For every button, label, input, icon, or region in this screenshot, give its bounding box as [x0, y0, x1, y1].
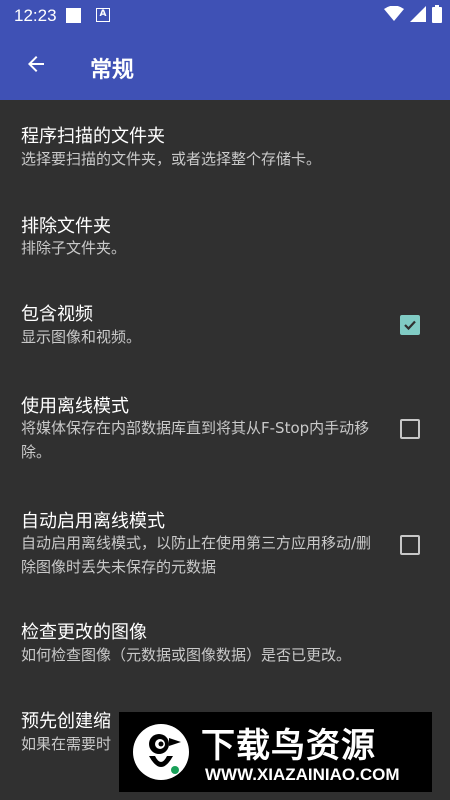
battery-icon: [432, 5, 442, 27]
setting-title: 包含视频: [21, 304, 93, 325]
setting-subtitle: 显示图像和视频。: [21, 328, 142, 346]
setting-title: 程序扫描的文件夹: [21, 126, 165, 147]
wifi-icon: [384, 5, 404, 26]
setting-title: 预先创建缩: [21, 711, 111, 732]
a-badge-icon: A: [96, 8, 110, 22]
setting-title: 自动启用离线模式: [21, 511, 165, 532]
back-button[interactable]: [18, 48, 54, 84]
setting-title: 排除文件夹: [21, 216, 111, 237]
arrow-back-icon: [24, 52, 48, 80]
setting-auto-offline-mode[interactable]: 自动启用离线模式 自动启用离线模式，以防止在使用第三方应用移动/删除图像时丢失未…: [0, 491, 450, 607]
setting-title: 使用离线模式: [21, 396, 129, 417]
setting-subtitle: 选择要扫描的文件夹，或者选择整个存储卡。: [21, 150, 322, 168]
setting-check-changed-images[interactable]: 检查更改的图像 如何检查图像（元数据或图像数据）是否已更改。: [0, 607, 450, 692]
bird-logo-icon: [131, 722, 191, 782]
setting-subtitle: 如何检查图像（元数据或图像数据）是否已更改。: [21, 646, 352, 664]
offline-mode-checkbox[interactable]: [400, 419, 420, 439]
app-bar: 常规: [0, 32, 450, 100]
setting-title: 检查更改的图像: [21, 622, 147, 643]
check-icon: [404, 320, 416, 331]
page-title: 常规: [90, 58, 135, 83]
status-bar: 12:23 A: [0, 0, 450, 32]
setting-subtitle: 将媒体保存在内部数据库直到将其从F-Stop内手动移除。: [21, 419, 370, 461]
setting-scan-folders[interactable]: 程序扫描的文件夹 选择要扫描的文件夹，或者选择整个存储卡。: [0, 100, 450, 198]
watermark-banner: 下载鸟资源 WWW.XIAZAINIAO.COM: [119, 712, 432, 792]
settings-list: 程序扫描的文件夹 选择要扫描的文件夹，或者选择整个存储卡。 排除文件夹 排除子文…: [0, 100, 450, 788]
status-time: 12:23: [14, 6, 57, 25]
setting-include-videos[interactable]: 包含视频 显示图像和视频。: [0, 286, 450, 374]
signal-icon: [410, 6, 426, 26]
watermark-name: 下载鸟资源: [201, 726, 376, 766]
auto-offline-mode-checkbox[interactable]: [400, 535, 420, 555]
setting-subtitle: 排除子文件夹。: [21, 239, 127, 257]
status-icons: [384, 5, 442, 27]
notification-square-icon: [66, 8, 81, 23]
watermark-url: WWW.XIAZAINIAO.COM: [205, 765, 400, 784]
setting-offline-mode[interactable]: 使用离线模式 将媒体保存在内部数据库直到将其从F-Stop内手动移除。: [0, 374, 450, 491]
setting-subtitle: 自动启用离线模式，以防止在使用第三方应用移动/删除图像时丢失未保存的元数据: [21, 534, 372, 576]
include-videos-checkbox[interactable]: [400, 315, 420, 335]
setting-exclude-folders[interactable]: 排除文件夹 排除子文件夹。: [0, 198, 450, 286]
